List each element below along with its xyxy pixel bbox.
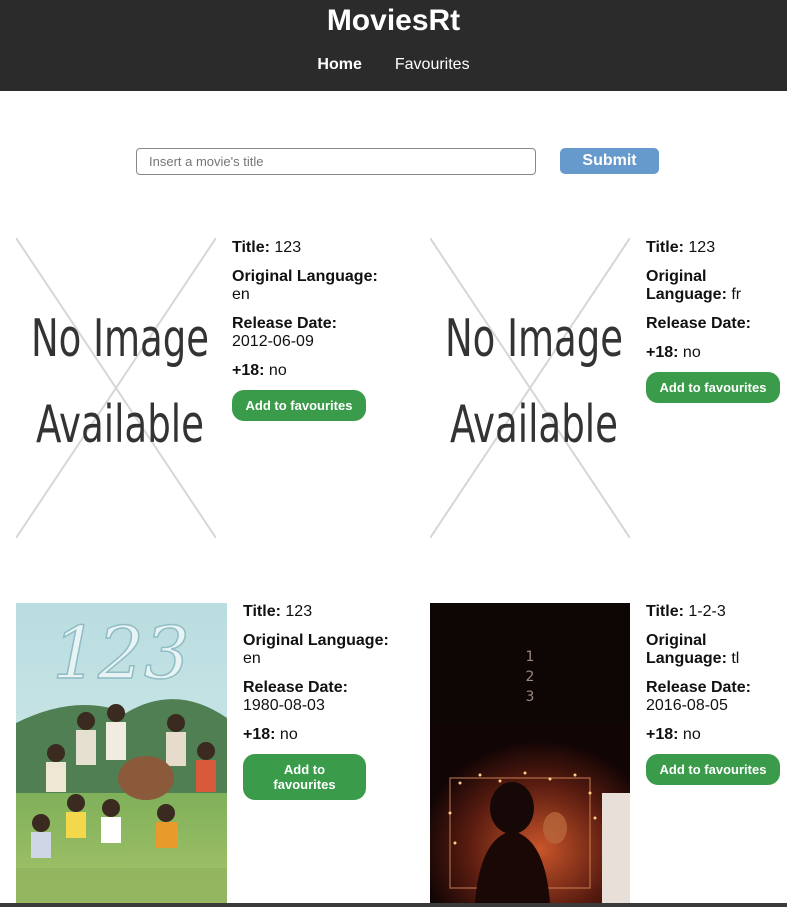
movie-adult: no (682, 726, 701, 743)
add-to-favourites-button[interactable]: Add to favourites (646, 372, 780, 403)
movie-language: fr (731, 286, 742, 303)
svg-text:2: 2 (526, 669, 535, 685)
release-date-label: Release Date: (232, 315, 337, 332)
no-image-text-line2: Available (450, 395, 618, 455)
movie-language: en (232, 286, 250, 303)
horizontal-scrollbar[interactable] (0, 903, 787, 907)
language-label: Original Language: (243, 632, 389, 649)
movie-release-date: 1980-08-03 (243, 697, 325, 714)
main-nav: Home Favourites (0, 56, 787, 74)
movie-adult: no (279, 726, 298, 743)
no-image-text-line1: No Image (445, 309, 623, 369)
poster-title-art: 123 (52, 611, 189, 695)
movie-title: 1-2-3 (688, 603, 726, 620)
release-date-label: Release Date: (243, 679, 348, 696)
movie-title: 123 (285, 603, 313, 620)
title-label: Title: (232, 239, 270, 256)
movie-release-date: 2012-06-09 (232, 333, 314, 350)
app-title: MoviesRt (326, 4, 461, 37)
movie-card-info: Title: 123 Original Language: en Release… (243, 603, 393, 800)
release-date-label: Release Date: (646, 315, 751, 332)
movie-card-info: Title: 1-2-3 Original Language: tl Relea… (646, 603, 786, 785)
no-image-text-line1: No Image (31, 309, 209, 369)
nav-home[interactable]: Home (317, 56, 361, 74)
language-label: Original Language: (232, 268, 378, 285)
add-to-favourites-button[interactable]: Add to favourites (646, 754, 780, 785)
movie-language: tl (731, 650, 740, 667)
adult-label: +18: (646, 344, 679, 361)
movie-language: en (243, 650, 261, 667)
title-label: Title: (646, 603, 684, 620)
title-label: Title: (646, 239, 684, 256)
movie-adult: no (268, 362, 287, 379)
no-image-placeholder: No Image Available (430, 238, 630, 538)
language-label: Original Language: (646, 268, 727, 303)
submit-button[interactable]: Submit (560, 148, 659, 174)
add-to-favourites-button[interactable]: Add to favourites (243, 754, 366, 800)
movie-title: 123 (688, 239, 716, 256)
release-date-label: Release Date: (646, 679, 751, 696)
movie-adult: no (682, 344, 701, 361)
language-label: Original Language: (646, 632, 727, 667)
adult-label: +18: (243, 726, 276, 743)
add-to-favourites-button[interactable]: Add to favourites (232, 390, 366, 421)
adult-label: +18: (646, 726, 679, 743)
app-header: MoviesRt Home Favourites (0, 0, 787, 91)
poster-title-art: 1 (526, 649, 535, 665)
movie-release-date: 2016-08-05 (646, 697, 728, 714)
movie-poster: 1 2 3 (430, 603, 630, 903)
no-image-text-line2: Available (36, 395, 204, 455)
search-input[interactable] (136, 148, 536, 175)
svg-text:3: 3 (526, 689, 535, 705)
no-image-placeholder: No Image Available (16, 238, 216, 538)
adult-label: +18: (232, 362, 265, 379)
movie-poster: 123 (16, 603, 227, 903)
movie-card-info: Title: 123 Original Language: fr Release… (646, 239, 786, 403)
title-label: Title: (243, 603, 281, 620)
movie-title: 123 (274, 239, 302, 256)
nav-favourites[interactable]: Favourites (395, 56, 470, 74)
movie-card-info: Title: 123 Original Language: en Release… (232, 239, 382, 421)
